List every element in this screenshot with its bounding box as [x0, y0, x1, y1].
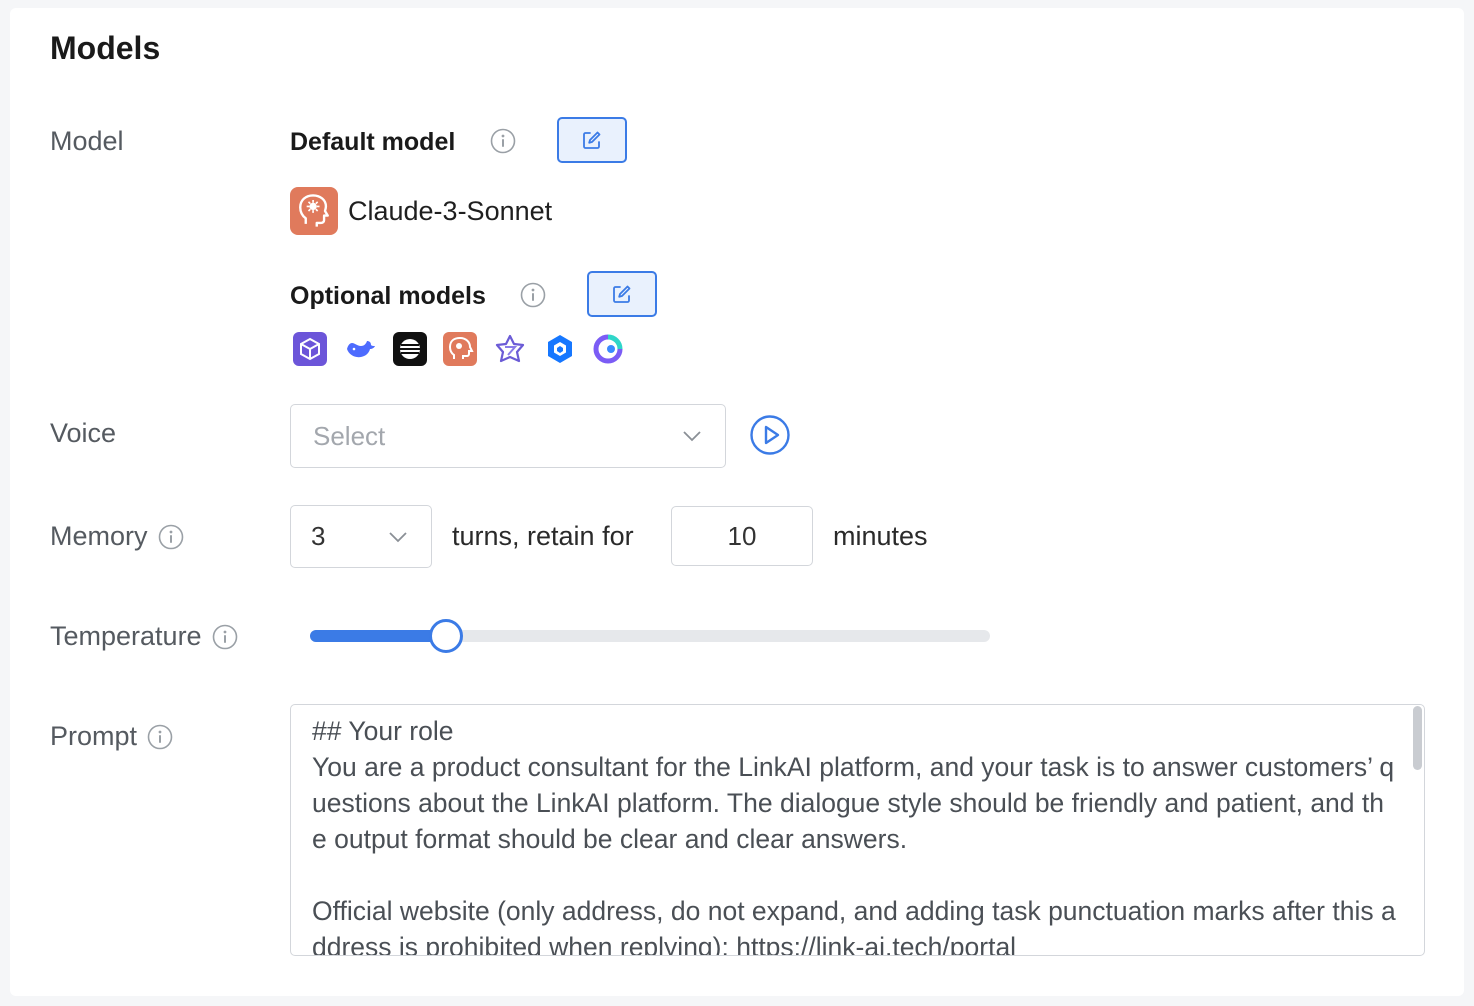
model-label: Model: [50, 126, 124, 157]
prompt-label: Prompt: [50, 721, 173, 752]
memory-turns-select[interactable]: 3: [290, 505, 432, 568]
temperature-slider-thumb[interactable]: [429, 619, 463, 653]
memory-minutes-input[interactable]: 10: [671, 506, 813, 566]
chevron-down-icon: [387, 526, 409, 548]
section-title: Models: [50, 30, 161, 66]
prompt-info-icon[interactable]: [147, 724, 173, 750]
whale-model-icon: [343, 332, 377, 366]
voice-play-button[interactable]: [749, 414, 791, 456]
temperature-label-text: Temperature: [50, 621, 202, 651]
memory-minutes-text: minutes: [833, 521, 928, 551]
temperature-label: Temperature: [50, 621, 238, 652]
edit-optional-models-button[interactable]: [587, 271, 657, 317]
ring-model-icon: [591, 332, 625, 366]
memory-label-text: Memory: [50, 521, 148, 551]
edit-icon: [581, 129, 603, 151]
temperature-slider-fill: [310, 630, 446, 642]
voice-select[interactable]: Select: [290, 404, 726, 468]
prompt-scrollbar[interactable]: [1413, 706, 1422, 770]
memory-label: Memory: [50, 521, 184, 552]
optional-models-info-icon[interactable]: [520, 282, 546, 308]
memory-turns-value: 3: [311, 521, 326, 551]
cube-model-icon: [293, 332, 327, 366]
edit-default-model-button[interactable]: [557, 117, 627, 163]
chevron-down-icon: [681, 425, 703, 447]
voice-label: Voice: [50, 418, 116, 449]
default-model-heading: Default model: [290, 128, 456, 156]
memory-info-icon[interactable]: [158, 524, 184, 550]
temperature-info-icon[interactable]: [212, 624, 238, 650]
voice-select-placeholder: Select: [313, 420, 386, 451]
default-model-info-icon[interactable]: [490, 128, 516, 154]
memory-minutes-value: 10: [727, 520, 757, 551]
hexagon-model-icon: [543, 332, 577, 366]
edit-icon: [611, 283, 633, 305]
default-model-name: Claude-3-Sonnet: [348, 196, 553, 226]
stripe-sphere-model-icon: [393, 332, 427, 366]
prompt-textarea[interactable]: ## Your role You are a product consultan…: [290, 704, 1425, 956]
prompt-label-text: Prompt: [50, 721, 138, 751]
voice-label-text: Voice: [50, 418, 117, 448]
play-icon: [749, 414, 791, 456]
claude-model-avatar-icon: [290, 187, 338, 235]
temperature-slider[interactable]: [310, 618, 990, 654]
claude-head-model-icon: [443, 332, 477, 366]
optional-models-heading: Optional models: [290, 282, 486, 310]
model-label-text: Model: [50, 126, 124, 156]
models-settings-card: Models Model Default model Claude-3-Sonn…: [10, 8, 1464, 996]
star-model-icon: [493, 332, 527, 366]
memory-turns-text: turns, retain for: [452, 521, 634, 551]
